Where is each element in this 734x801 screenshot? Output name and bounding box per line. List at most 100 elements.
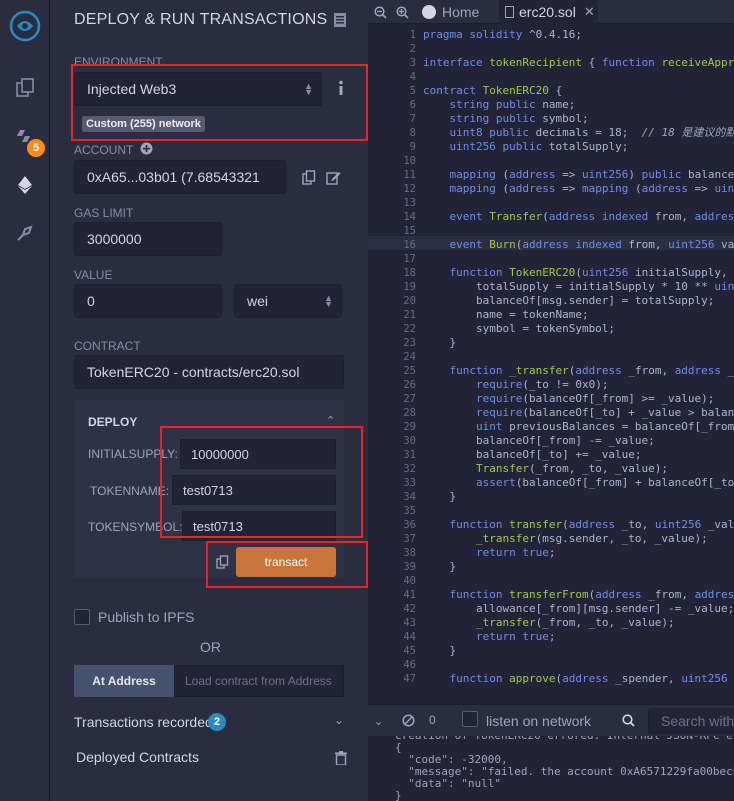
account-value: 0xA65...03b01 (7.68543321 [87, 169, 260, 185]
line-number: 15 [403, 225, 416, 237]
code-line: } [423, 644, 457, 657]
code-line: assert(balanceOf[_from] + balanceOf[_to]… [475, 476, 734, 489]
listen-network-checkbox[interactable] [462, 711, 478, 727]
add-account-icon[interactable] [140, 142, 153, 160]
editor-tabs: Home erc20.sol ✕ [368, 0, 734, 24]
select-arrows-icon: ▲ ▼ [324, 293, 333, 309]
code-line: totalSupply = initialSupply * 10 ** uint… [423, 280, 734, 293]
line-number: 2 [409, 43, 416, 55]
terminal-search-input[interactable]: Search with [648, 708, 734, 734]
code-line: require(_to != 0x0); [475, 378, 609, 391]
code-line: } [423, 490, 457, 503]
gas-limit-label: GAS LIMIT [74, 206, 134, 220]
tab-erc20[interactable]: erc20.sol ✕ [499, 0, 598, 24]
file-icon [505, 6, 514, 18]
transactions-recorded-label[interactable]: Transactions recorded [74, 714, 213, 730]
line-number: 19 [403, 281, 416, 293]
listen-network-label: listen on network [486, 713, 592, 729]
code-line: string public symbol; [449, 112, 589, 125]
line-number: 26 [403, 379, 416, 391]
transactions-count-badge: 2 [208, 713, 226, 731]
code-line: require(balanceOf[_from] >= _value); [475, 392, 715, 405]
contract-label: CONTRACT [74, 339, 141, 353]
panel-title: DEPLOY & RUN TRANSACTIONS [74, 11, 328, 28]
value-input[interactable]: 0 [74, 284, 222, 318]
deploy-run-icon[interactable] [0, 165, 50, 205]
code-line: function TokenERC20(uint256 initialSuppl… [449, 266, 734, 279]
line-number: 39 [403, 561, 416, 573]
line-number: 5 [409, 85, 416, 97]
terminal-line: "data": "null" [395, 777, 501, 790]
plugin-manager-icon[interactable] [0, 213, 50, 253]
code-line: _transfer(_from, _to, _value); [475, 616, 675, 629]
documentation-icon[interactable] [333, 12, 347, 33]
line-number: 10 [403, 155, 416, 167]
account-select[interactable]: 0xA65...03b01 (7.68543321 [74, 160, 286, 194]
at-address-input[interactable]: Load contract from Address [174, 665, 344, 697]
code-line: uint previousBalances = balanceOf[_from]… [475, 420, 734, 433]
contract-select[interactable]: TokenERC20 - contracts/erc20.sol [74, 355, 344, 389]
code-line: mapping (address => uint256) public bala… [449, 168, 734, 181]
line-number: 17 [403, 253, 416, 265]
copy-account-icon[interactable] [302, 170, 316, 190]
tab-home-label: Home [442, 4, 480, 20]
code-line: symbol = tokenSymbol; [423, 322, 616, 335]
code-line: allowance[_from][msg.sender] -= _value; [423, 602, 734, 615]
line-number: 7 [409, 113, 416, 125]
line-number: 28 [403, 407, 416, 419]
code-line: pragma solidity ^0.4.16; [423, 28, 582, 41]
publish-ipfs-label: Publish to IPFS [98, 609, 195, 625]
code-line: function _transfer(address _from, addres… [449, 364, 734, 377]
pending-tx-count: 0 [429, 713, 436, 727]
code-line: name = tokenName; [423, 308, 589, 321]
code-line: mapping (address => mapping (address => … [449, 182, 734, 195]
code-line: balanceOf[msg.sender] = totalSupply; [423, 294, 715, 307]
publish-ipfs-checkbox[interactable] [74, 609, 90, 625]
code-editor[interactable]: 1 pragma solidity ^0.4.16; 2 3 interface tok… [368, 24, 734, 704]
value-unit-select[interactable]: wei ▲ ▼ [234, 284, 342, 318]
line-number: 18 [403, 267, 416, 279]
close-icon[interactable]: ✕ [584, 4, 595, 20]
line-number: 6 [409, 99, 416, 111]
line-number: 36 [403, 519, 416, 531]
trash-icon[interactable] [335, 751, 347, 770]
line-number: 41 [403, 589, 416, 601]
code-line: uint8 public decimals = 18; // 18 是建议的默认… [449, 126, 734, 139]
line-number: 38 [403, 547, 416, 559]
code-line: interface tokenRecipient { function rece… [423, 56, 734, 69]
at-address-button[interactable]: At Address [74, 665, 174, 697]
code-line: function transfer(address _to, uint256 _… [449, 518, 734, 531]
zoom-in-icon[interactable] [396, 0, 409, 24]
line-number: 8 [409, 127, 416, 139]
file-explorer-icon[interactable] [0, 68, 50, 108]
tab-home[interactable]: Home [418, 0, 498, 24]
terminal-line: creation of TokenERC20 errored: Internal… [395, 736, 734, 742]
deploy-run-panel: DEPLOY & RUN TRANSACTIONS ENVIRONMENT In… [50, 0, 368, 801]
line-number: 45 [403, 645, 416, 657]
line-number: 12 [403, 183, 416, 195]
icon-rail: 5 [0, 0, 50, 801]
zoom-out-icon[interactable] [374, 0, 387, 24]
gas-limit-input[interactable]: 3000000 [74, 222, 222, 256]
remix-logo-icon[interactable] [0, 6, 50, 46]
code-line: event Transfer(address indexed from, add… [449, 210, 734, 223]
line-number: 16 [403, 239, 416, 251]
line-number: 23 [403, 337, 416, 349]
line-number: 43 [403, 617, 416, 629]
line-number: 33 [403, 477, 416, 489]
line-number: 35 [403, 505, 416, 517]
code-line: function approve(address _spender, uint2… [449, 672, 728, 685]
deploy-title: DEPLOY [88, 415, 138, 429]
clear-console-icon[interactable] [402, 714, 415, 732]
chevron-down-icon[interactable]: ⌄ [374, 715, 383, 728]
terminal-line: } [395, 789, 402, 801]
param-label-tokenname: TOKENNAME: [90, 484, 170, 498]
line-number: 34 [403, 491, 416, 503]
terminal-toolbar: ⌄ 0 listen on network Search with [368, 704, 734, 736]
edit-account-icon[interactable] [326, 170, 341, 190]
code-line: return true; [475, 630, 556, 643]
line-number: 22 [403, 323, 416, 335]
chevron-down-icon[interactable]: ⌄ [334, 713, 344, 727]
code-line: _transfer(msg.sender, _to, _value); [475, 532, 708, 545]
account-label: ACCOUNT [74, 143, 134, 157]
